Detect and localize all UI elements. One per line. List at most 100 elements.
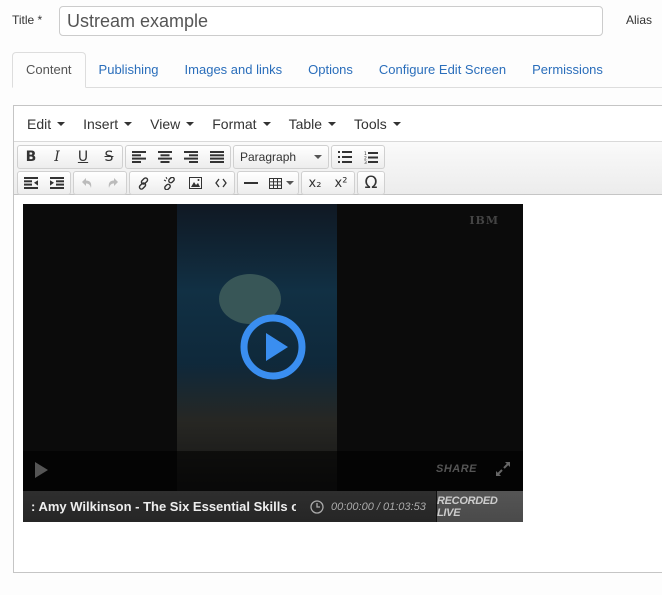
menu-tools[interactable]: Tools bbox=[345, 116, 410, 132]
format-select-group: Paragraph bbox=[233, 145, 329, 169]
menu-format-label: Format bbox=[212, 115, 257, 132]
caret-down-icon bbox=[314, 155, 322, 159]
numbered-list-icon: 123 bbox=[364, 151, 378, 164]
bold-button[interactable]: B bbox=[18, 146, 44, 168]
superscript-button[interactable]: x² bbox=[328, 172, 354, 194]
undo-icon bbox=[82, 178, 92, 188]
clock-icon bbox=[310, 499, 324, 514]
play-button-icon[interactable] bbox=[240, 314, 306, 380]
omega-icon: Ω bbox=[364, 173, 378, 193]
align-justify-button[interactable] bbox=[204, 146, 230, 168]
text-style-group: B I U S bbox=[17, 145, 123, 169]
image-icon bbox=[188, 177, 202, 189]
table-icon bbox=[268, 177, 282, 189]
align-left-icon bbox=[132, 151, 146, 163]
redo-icon bbox=[108, 178, 118, 188]
indent-icon bbox=[50, 177, 64, 189]
title-input[interactable] bbox=[59, 6, 603, 36]
rich-text-editor: Edit Insert View Format Table Tools B I … bbox=[13, 105, 662, 573]
link-icon bbox=[138, 176, 148, 190]
indent-group bbox=[17, 171, 71, 195]
alias-label: Alias bbox=[626, 13, 653, 27]
tab-permissions[interactable]: Permissions bbox=[519, 52, 616, 87]
caret-down-icon bbox=[186, 121, 195, 126]
video-control-bar: SHARE bbox=[23, 451, 523, 491]
subscript-icon: x₂ bbox=[308, 175, 322, 191]
video-embed[interactable]: IBM SHARE : Amy Wilkinson - The Six Esse… bbox=[23, 204, 523, 522]
align-center-button[interactable] bbox=[152, 146, 178, 168]
special-character-button[interactable]: Ω bbox=[358, 172, 384, 194]
menu-table[interactable]: Table bbox=[280, 116, 345, 132]
table-button[interactable] bbox=[264, 172, 298, 194]
menu-insert-label: Insert bbox=[83, 115, 119, 132]
play-icon[interactable] bbox=[35, 462, 48, 478]
video-info-bar: : Amy Wilkinson - The Six Essential Skil… bbox=[23, 491, 523, 522]
tab-content[interactable]: Content bbox=[12, 52, 86, 88]
tab-images-and-links[interactable]: Images and links bbox=[172, 52, 296, 87]
horizontal-rule-button[interactable] bbox=[238, 172, 264, 194]
menu-tools-label: Tools bbox=[354, 115, 387, 132]
horizontal-rule-icon bbox=[244, 182, 258, 184]
svg-text:3: 3 bbox=[364, 160, 367, 164]
charmap-group: Ω bbox=[357, 171, 385, 195]
unlink-icon bbox=[163, 176, 175, 190]
video-title: : Amy Wilkinson - The Six Essential Skil… bbox=[31, 499, 296, 514]
undo-button[interactable] bbox=[74, 172, 100, 194]
fullscreen-icon[interactable] bbox=[495, 461, 511, 477]
underline-icon: U bbox=[77, 149, 89, 165]
menu-format[interactable]: Format bbox=[203, 116, 279, 132]
align-center-icon bbox=[158, 151, 172, 163]
unlink-button[interactable] bbox=[156, 172, 182, 194]
share-button[interactable]: SHARE bbox=[436, 463, 477, 475]
caret-down-icon bbox=[124, 121, 133, 126]
redo-button[interactable] bbox=[100, 172, 126, 194]
title-label: Title * bbox=[12, 13, 43, 27]
history-group bbox=[73, 171, 127, 195]
align-right-button[interactable] bbox=[178, 146, 204, 168]
link-button[interactable] bbox=[130, 172, 156, 194]
bullet-list-button[interactable] bbox=[332, 146, 358, 168]
bullet-list-icon bbox=[338, 151, 352, 163]
bold-icon: B bbox=[25, 149, 37, 165]
insert-group bbox=[129, 171, 235, 195]
brand-logo: IBM bbox=[469, 214, 499, 227]
hr-table-group bbox=[237, 171, 299, 195]
caret-down-icon bbox=[57, 121, 66, 126]
align-left-button[interactable] bbox=[126, 146, 152, 168]
tab-publishing[interactable]: Publishing bbox=[86, 52, 172, 87]
image-button[interactable] bbox=[182, 172, 208, 194]
align-justify-icon bbox=[210, 151, 224, 163]
superscript-icon: x² bbox=[334, 175, 348, 191]
italic-icon: I bbox=[54, 149, 60, 165]
menu-insert[interactable]: Insert bbox=[74, 116, 141, 132]
caret-down-icon bbox=[285, 181, 294, 185]
italic-button[interactable]: I bbox=[44, 146, 70, 168]
format-select[interactable]: Paragraph bbox=[234, 146, 328, 168]
subscript-button[interactable]: x₂ bbox=[302, 172, 328, 194]
menu-table-label: Table bbox=[288, 115, 323, 132]
script-group: x₂ x² bbox=[301, 171, 355, 195]
strikethrough-button[interactable]: S bbox=[96, 146, 122, 168]
code-icon bbox=[215, 178, 227, 188]
align-right-icon bbox=[184, 151, 198, 163]
editor-toolbar: B I U S Paragraph 1 2 3 x₂ x² Ω bbox=[14, 142, 662, 195]
alignment-group bbox=[125, 145, 231, 169]
numbered-list-button[interactable]: 123 bbox=[358, 146, 384, 168]
menu-view[interactable]: View bbox=[141, 116, 203, 132]
caret-down-icon bbox=[392, 121, 401, 126]
tab-configure-edit-screen[interactable]: Configure Edit Screen bbox=[366, 52, 519, 87]
menu-edit-label: Edit bbox=[27, 115, 52, 132]
underline-button[interactable]: U bbox=[70, 146, 96, 168]
menu-view-label: View bbox=[150, 115, 181, 132]
editor-menubar: Edit Insert View Format Table Tools bbox=[14, 106, 662, 142]
recorded-live-badge: RECORDED LIVE bbox=[436, 491, 523, 522]
outdent-icon bbox=[24, 177, 38, 189]
editor-content[interactable]: IBM SHARE : Amy Wilkinson - The Six Esse… bbox=[14, 195, 662, 595]
indent-button[interactable] bbox=[44, 172, 70, 194]
strikethrough-icon: S bbox=[104, 149, 114, 165]
code-button[interactable] bbox=[208, 172, 234, 194]
tab-bar: Content Publishing Images and links Opti… bbox=[12, 52, 662, 88]
menu-edit[interactable]: Edit bbox=[18, 116, 74, 132]
tab-options[interactable]: Options bbox=[295, 52, 366, 87]
outdent-button[interactable] bbox=[18, 172, 44, 194]
